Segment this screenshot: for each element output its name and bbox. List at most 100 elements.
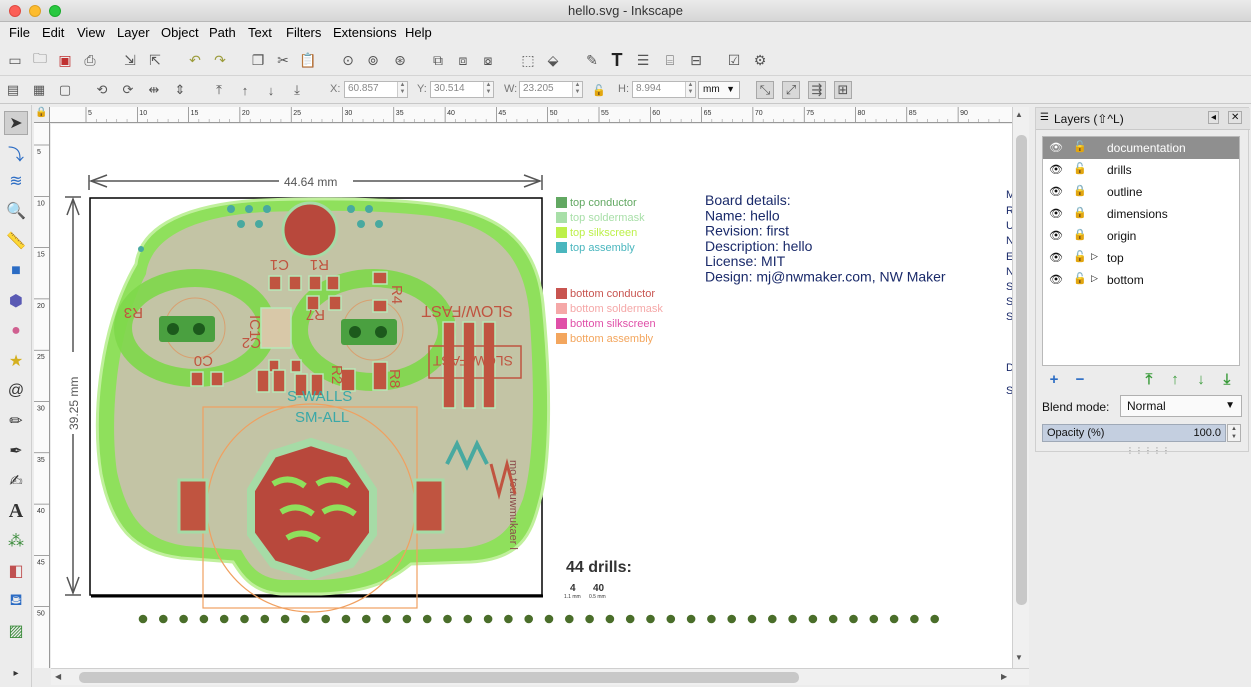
raise-layer-top-icon[interactable]: ⤒ [1140,370,1158,388]
raise-to-top-icon[interactable]: ⤒ [210,81,228,99]
layer-row-drills[interactable]: 👁 🔓 drills [1043,159,1239,181]
print-icon[interactable]: ⎙ [80,50,100,70]
menu-help[interactable]: Help [405,25,432,40]
horizontal-scroll-thumb[interactable] [79,672,799,683]
layer-row-documentation[interactable]: 👁 🔓 documentation [1043,137,1239,159]
x-input[interactable]: 60.857 ▲ ▼ [344,81,408,98]
lower-layer-bottom-icon[interactable]: ⤓ [1218,370,1236,388]
zoom-icon[interactable]: 🔍 [4,199,28,223]
save-icon[interactable]: ▣ [55,50,75,70]
vertical-scroll-thumb[interactable] [1016,135,1027,605]
visibility-eye-icon[interactable]: 👁 [1049,251,1063,264]
lower-layer-icon[interactable]: ↓ [1192,370,1210,388]
measure-icon[interactable]: 📏 [4,229,28,253]
lock-ratio-icon[interactable]: 🔓 [590,81,608,99]
layer-row-bottom[interactable]: 👁 🔓 ▷ bottom [1043,269,1239,291]
zoom-page-icon[interactable]: ⊛ [390,50,410,70]
undo-icon[interactable]: ↶ [185,50,205,70]
select-all-icon[interactable]: ▤ [4,81,22,99]
menu-edit[interactable]: Edit [42,25,64,40]
text-font-icon[interactable]: T [607,50,627,70]
toolbox-overflow-icon[interactable]: ▸ [4,661,28,685]
scale-stroke-icon[interactable]: ⤡ [756,81,774,99]
w-input[interactable]: 23.205 ▲ ▼ [519,81,583,98]
select-all-layers-icon[interactable]: ▦ [30,81,48,99]
add-layer-button[interactable]: + [1045,370,1063,388]
move-patterns-icon[interactable]: ⊞ [834,81,852,99]
duplicate-icon[interactable]: ⧉ [428,50,448,70]
panel-close-icon[interactable]: ✕ [1228,111,1243,124]
menu-layer[interactable]: Layer [117,25,150,40]
clone-icon[interactable]: ⧈ [453,50,473,70]
h-input[interactable]: 8.994 ▲ ▼ [632,81,696,98]
pen-icon[interactable]: ✒ [4,439,28,463]
redo-icon[interactable]: ↷ [210,50,230,70]
calligraphy-icon[interactable]: ✍ [4,469,28,493]
star-icon[interactable]: ★ [4,349,28,373]
ellipse-icon[interactable]: ● [4,319,28,343]
fill-stroke-icon[interactable]: ✎ [582,50,602,70]
text-icon[interactable]: A [4,499,28,523]
scroll-left-icon[interactable]: ◀ [55,672,61,681]
spray-icon[interactable]: ⁂ [4,529,28,553]
new-document-icon[interactable]: ▭ [5,50,25,70]
visibility-eye-icon[interactable]: 👁 [1049,229,1063,242]
visibility-eye-icon[interactable]: 👁 [1049,273,1063,286]
x-spinner[interactable]: ▲ ▼ [397,82,407,97]
menu-object[interactable]: Object [161,25,199,40]
flip-vertical-icon[interactable]: ⇕ [171,81,189,99]
blend-mode-select[interactable]: Normal ▼ [1120,395,1242,417]
menu-extensions[interactable]: Extensions [333,25,397,40]
raise-icon[interactable]: ↑ [236,81,254,99]
deselect-icon[interactable]: ▢ [56,81,74,99]
rotate-ccw-icon[interactable]: ⟲ [93,81,111,99]
visibility-eye-icon[interactable]: 👁 [1049,141,1063,154]
horizontal-scrollbar[interactable]: ◀ ▶ [51,668,1029,685]
document-properties-icon[interactable]: ☑ [724,50,744,70]
lock-open-icon[interactable]: 🔓 [1073,140,1087,153]
tweak-icon[interactable]: ≋ [4,169,28,193]
visibility-eye-icon[interactable]: 👁 [1049,163,1063,176]
group-icon[interactable]: ⬚ [518,50,538,70]
import-icon[interactable]: ⇲ [120,50,140,70]
ruler-corner-lock-icon[interactable]: 🔒 [34,107,50,123]
panel-iconify-icon[interactable]: ◂ [1208,111,1220,124]
export-icon[interactable]: ⇱ [145,50,165,70]
visibility-eye-icon[interactable]: 👁 [1049,207,1063,220]
w-spinner[interactable]: ▲ ▼ [572,82,582,97]
rectangle-icon[interactable]: ■ [4,259,28,283]
lock-closed-icon[interactable]: 🔒 [1073,228,1087,241]
select-arrow-icon[interactable]: ➤ [4,111,28,135]
layer-row-top[interactable]: 👁 🔓 ▷ top [1043,247,1239,269]
layer-row-origin[interactable]: 👁 🔒 origin [1043,225,1239,247]
unit-select[interactable]: mm ▼ [698,81,740,99]
rotate-cw-icon[interactable]: ⟳ [119,81,137,99]
scroll-up-icon[interactable]: ▲ [1015,110,1023,119]
gradient-icon[interactable]: ▨ [4,619,28,643]
menu-filters[interactable]: Filters [286,25,321,40]
paste-icon[interactable]: 📋 [298,50,318,70]
panel-resize-grip-icon[interactable]: ⋮⋮⋮⋮⋮ [1126,446,1171,455]
vertical-scrollbar[interactable]: ▲ ▼ [1012,107,1029,668]
menu-path[interactable]: Path [209,25,236,40]
open-file-icon[interactable]: 🗀 [30,50,50,70]
layer-row-outline[interactable]: 👁 🔒 outline [1043,181,1239,203]
lower-to-bottom-icon[interactable]: ⤓ [288,81,306,99]
cut-icon[interactable]: ✂ [273,50,293,70]
pencil-icon[interactable]: ✏ [4,409,28,433]
eraser-icon[interactable]: ◧ [4,559,28,583]
zoom-drawing-icon[interactable]: ⊚ [363,50,383,70]
paint-bucket-icon[interactable]: ⛾ [4,589,28,613]
drawing-canvas[interactable]: C1 R1 R3 R4 R7 IC1 C2 C0 R2 R8 SLOW/FAST… [51,124,1012,668]
y-input[interactable]: 30.514 ▲ ▼ [430,81,494,98]
preferences-icon[interactable]: ⚙ [750,50,770,70]
lock-closed-icon[interactable]: 🔒 [1073,206,1087,219]
lock-open-icon[interactable]: 🔓 [1073,250,1087,263]
copy-icon[interactable]: ❐ [248,50,268,70]
visibility-eye-icon[interactable]: 👁 [1049,185,1063,198]
unlink-clone-icon[interactable]: ⧇ [478,50,498,70]
box3d-icon[interactable]: ⬢ [4,289,28,313]
move-gradients-icon[interactable]: ⇶ [808,81,826,99]
scroll-right-icon[interactable]: ▶ [1001,672,1007,681]
opacity-slider[interactable]: Opacity (%) 100.0 [1042,424,1226,442]
